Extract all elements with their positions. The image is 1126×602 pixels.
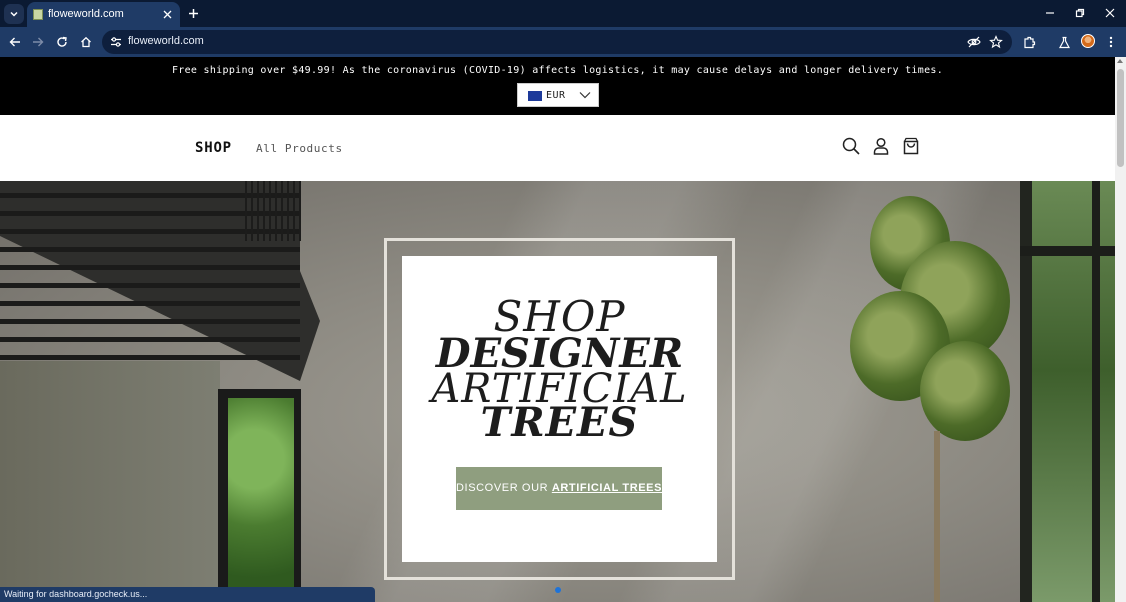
reload-button[interactable] xyxy=(52,32,72,52)
browser-toolbar: floweworld.com xyxy=(0,27,1126,57)
stair-railing-graphic xyxy=(245,181,305,241)
tab-search-button[interactable] xyxy=(4,4,24,24)
scroll-up-arrow-icon[interactable] xyxy=(1117,59,1123,63)
account-icon[interactable] xyxy=(872,137,890,155)
ceiling-beam xyxy=(0,355,300,360)
cart-icon[interactable] xyxy=(902,137,920,155)
forward-button[interactable] xyxy=(28,32,48,52)
promo-card: SHOP DESIGNER ARTIFICIAL TREES DISCOVER … xyxy=(402,256,717,562)
status-text: Waiting for dashboard.gocheck.us... xyxy=(4,589,148,599)
ceiling-beam xyxy=(0,319,300,324)
page-scrollbar[interactable] xyxy=(1115,57,1126,602)
ceiling-beam xyxy=(0,265,300,270)
browser-status-bar: Waiting for dashboard.gocheck.us... xyxy=(0,587,375,602)
hero-left-wall-graphic xyxy=(0,361,220,602)
arrow-right-icon xyxy=(33,37,44,47)
flask-icon xyxy=(1058,36,1070,48)
restore-button[interactable] xyxy=(1069,4,1091,22)
tab-title: floweworld.com xyxy=(48,8,124,20)
eu-flag-icon xyxy=(528,91,542,101)
site-logo[interactable]: SHOP xyxy=(195,140,232,156)
hero-window-view-graphic xyxy=(1032,181,1115,602)
cta-label: DISCOVER OUR ARTIFICIAL TREES xyxy=(456,482,662,494)
site-header: SHOP All Products xyxy=(0,115,1115,181)
ceiling-beam xyxy=(0,247,300,252)
hero-door-view-graphic xyxy=(228,398,294,602)
minimize-button[interactable] xyxy=(1039,4,1061,22)
ceiling-beam xyxy=(0,283,300,288)
cta-strong: ARTIFICIAL TREES xyxy=(551,482,663,494)
browser-menu-button[interactable] xyxy=(1101,32,1121,52)
profile-avatar[interactable] xyxy=(1081,34,1095,48)
announcement-text: Free shipping over $49.99! As the corona… xyxy=(171,65,944,76)
new-tab-button[interactable] xyxy=(184,4,202,22)
currency-selector[interactable]: EUR xyxy=(517,83,599,107)
star-icon xyxy=(989,35,1003,49)
cta-prefix: DISCOVER OUR xyxy=(456,482,552,494)
tree-trunk-graphic xyxy=(934,431,940,602)
browser-tab[interactable]: floweworld.com xyxy=(27,2,180,27)
address-bar[interactable]: floweworld.com xyxy=(102,30,1012,54)
headline-line-4: TREES xyxy=(480,399,639,446)
close-window-button[interactable] xyxy=(1099,4,1121,22)
restore-icon xyxy=(1075,8,1085,18)
bookmark-button[interactable] xyxy=(988,34,1004,50)
site-info-button[interactable] xyxy=(109,35,123,49)
browser-tab-bar: floweworld.com xyxy=(0,0,1126,27)
extensions-button[interactable] xyxy=(1019,32,1039,52)
chevron-down-icon xyxy=(579,92,591,99)
ceiling-beam xyxy=(0,337,300,342)
reload-icon xyxy=(57,36,67,47)
home-icon xyxy=(81,36,91,48)
url-text: floweworld.com xyxy=(128,35,204,47)
announcement-bar: Free shipping over $49.99! As the corona… xyxy=(0,57,1115,115)
eye-off-icon xyxy=(967,36,981,48)
window-mullion xyxy=(1092,181,1100,602)
arrow-left-icon xyxy=(9,37,20,47)
kebab-menu-icon xyxy=(1109,36,1113,48)
plus-icon xyxy=(188,8,198,18)
minimize-icon xyxy=(1046,12,1054,14)
chevron-down-icon xyxy=(10,11,18,17)
discover-artificial-trees-button[interactable]: DISCOVER OUR ARTIFICIAL TREES xyxy=(456,467,662,510)
tune-icon xyxy=(111,37,121,47)
web-page: Free shipping over $49.99! As the corona… xyxy=(0,57,1115,602)
hero-banner: SHOP DESIGNER ARTIFICIAL TREES DISCOVER … xyxy=(0,181,1115,602)
slide-dot-active[interactable] xyxy=(555,587,561,593)
site-favicon-icon xyxy=(33,9,43,20)
currency-label: EUR xyxy=(546,90,566,101)
scrollbar-thumb[interactable] xyxy=(1117,69,1124,167)
search-icon[interactable] xyxy=(842,137,860,155)
close-icon xyxy=(1105,8,1115,18)
tab-close-button[interactable] xyxy=(160,7,174,21)
window-mullion xyxy=(1020,246,1115,256)
tree-foliage-graphic xyxy=(920,341,1010,441)
back-button[interactable] xyxy=(5,32,25,52)
ceiling-beam xyxy=(0,301,300,306)
home-button[interactable] xyxy=(76,32,96,52)
labs-button[interactable] xyxy=(1054,32,1074,52)
tracking-protection-button[interactable] xyxy=(966,34,982,50)
close-icon xyxy=(163,10,171,18)
puzzle-icon xyxy=(1023,36,1035,48)
nav-all-products[interactable]: All Products xyxy=(256,142,343,155)
